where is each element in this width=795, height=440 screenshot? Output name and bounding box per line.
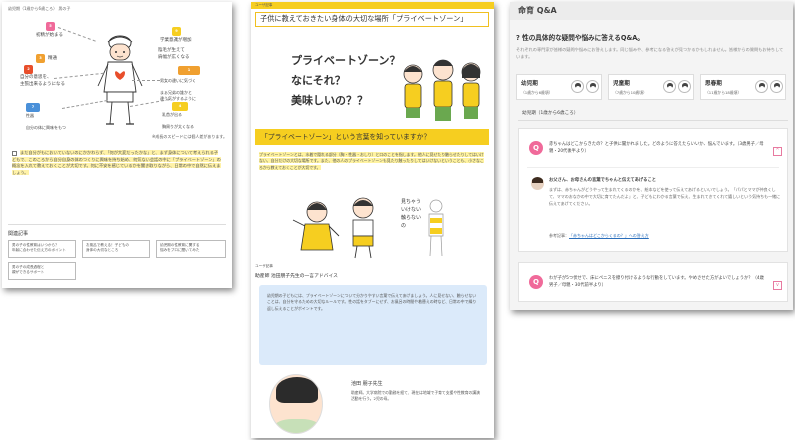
label-text-9: 学業意識が増加 (160, 38, 192, 43)
hand-title-line-1: プライベートゾーン？ (291, 54, 401, 67)
profile-name: 池田 朋子先生 (351, 381, 383, 387)
label-text-4: 乳首が出る 胸周りが太くなる (162, 112, 194, 129)
teen-face-icon (755, 80, 768, 93)
child-silhouette-illustration (428, 199, 444, 257)
label-text-7: 性器 自分の体に興味をもつ (26, 113, 66, 130)
age-card-infant[interactable]: 幼児期 （1歳から6歳頃） (516, 74, 602, 100)
answer-reference: 参考記事：「赤ちゃんはどこからくるの？」への答え方 (549, 233, 781, 240)
age-card-child[interactable]: 児童期 （7歳から10歳頃） (608, 74, 694, 100)
label-badge-5: 5 (46, 22, 55, 31)
article-title: 子供に教えておきたい身体の大切な場所「プライベートゾーン」 (255, 12, 489, 27)
question-text: わが子が5つ伏せで、床にペニスを擦り付けるような行動をしています。やめさせた方が… (549, 276, 764, 289)
top-accent-bar (251, 2, 494, 9)
breadcrumb: 幼児期（1歳から6歳ころ） 男の子 (8, 6, 71, 11)
child-face-icon (571, 80, 584, 93)
hand-title-line-2: なにそれ？ (291, 74, 346, 87)
avatar (269, 374, 323, 434)
qa-heading-text: 性の具体的な疑問や悩みに答えるQ&A。 (522, 34, 644, 42)
article-body: プライベートゾーンとは、水着で隠れる部分（胸・性器・おしり）と口のことを指します… (259, 152, 487, 171)
section-label: 幼児期（1歳から6歳ころ） (522, 111, 579, 116)
left-article-panel: 幼児期（1歳から6歳ころ） 男の子 5 初精が始まる 9 学業意識が増加 陰毛が… (2, 2, 232, 288)
family-illustration (403, 59, 481, 121)
child-face-icon (663, 80, 676, 93)
children-illustration (292, 197, 374, 259)
age-card-sub: （7歳から10歳頃） (613, 90, 647, 95)
article-tag: ユーザ記事 (255, 3, 273, 7)
expert-avatar (531, 177, 544, 190)
related-articles-title: 関連記事 (8, 231, 29, 237)
related-article-link[interactable]: 男の子の成長過程と 親ができるサポート (8, 262, 76, 280)
profile-bio: 助産師。大学病院での勤務を経て、現在は地域で子育て支援や性教育の講演活動を行う。… (351, 390, 480, 402)
qa-card: Q 赤ちゃんはどこからきたの？と子供に聞かれました。どのように答えたらいいか、悩… (518, 128, 788, 252)
age-card-teen[interactable]: 思春期 （11歳から18歳頃） (700, 74, 786, 100)
expand-toggle-icon[interactable]: v (773, 281, 782, 290)
label-badge-1: 1 (178, 66, 200, 75)
related-article-link[interactable]: お風呂で教える！子どもの 身体の大切なところ (82, 240, 150, 258)
right-qa-panel: 命育 Q&A ? 性の具体的な疑問や悩みに答えるQ&A。 それぞれの専門家が皆様… (510, 2, 793, 310)
section-divider (518, 120, 788, 121)
child-face-icon (586, 80, 599, 93)
label-text-1: 男女の違いに気づく まぁ兄弟の誰かと 違う気がするように (160, 78, 196, 101)
qa-description: それぞれの専門家が皆様の疑問や悩みにお答えします。同じ悩みや、参考になる答えが見… (516, 47, 784, 60)
qa-card: Q わが子が5つ伏せで、床にペニスを擦り付けるような行動をしています。やめさせた… (518, 262, 788, 302)
qa-heading: ? 性の具体的な疑問や悩みに答えるQ&A。 (516, 34, 644, 42)
teen-face-icon (770, 80, 783, 93)
advice-title: 助産師 池田朋子先生の一言アドバイス (255, 274, 338, 279)
leader-line (132, 80, 160, 81)
reference-prefix: 参考記事： (549, 233, 569, 238)
child-face-icon (678, 80, 691, 93)
qa-header: 命育 Q&A (510, 2, 793, 20)
age-card-title: 幼児期 (521, 81, 538, 87)
answer-title: お父さん、お母さんの言葉でちゃんと伝えてあげること (549, 178, 657, 183)
section-heading: 「プライベートゾーン」という言葉を知っていますか？ (255, 129, 489, 145)
label-badge-7: 7 (26, 103, 40, 112)
question-text: 赤ちゃんはどこからきたの？と子供に聞かれました。どのように答えたらいいか、悩んで… (549, 142, 764, 155)
hand-title-line-3: 美味しいの？？ (291, 94, 368, 107)
label-badge-9: 9 (172, 27, 181, 36)
question-badge-icon: Q (529, 141, 543, 155)
age-card-title: 児童期 (613, 81, 630, 87)
checkbox-icon (12, 150, 17, 156)
side-caption: 見ちゃう いけない 触らない の (401, 199, 422, 229)
question-badge-icon: Q (529, 275, 543, 289)
advice-box: 幼児期の子どもには、プライベートゾーンについて分かりやすい言葉で伝えてあげましょ… (259, 285, 487, 365)
related-article-link[interactable]: 男の子の性教育はいつから？ 年齢に合わせた伝え方のポイント (8, 240, 76, 258)
divider (8, 224, 226, 225)
related-article-link[interactable]: 幼児期の性教育に関する 悩みをプロに聞いてみた (156, 240, 226, 258)
age-card-title: 思春期 (705, 81, 722, 87)
boy-illustration (97, 35, 143, 125)
middle-article-panel: ユーザ記事 子供に教えておきたい身体の大切な場所「プライベートゾーン」 プライベ… (251, 2, 494, 438)
qa-header-title: 命育 Q&A (518, 6, 557, 15)
label-text-8: 陰毛が生えて 肩幅が広くなる (158, 48, 190, 60)
label-text-3: 精通 (48, 56, 57, 61)
advice-tag: ユーザ記事 (255, 264, 273, 268)
avatar-body (274, 419, 320, 433)
collapse-toggle-icon[interactable]: ^ (773, 147, 782, 156)
article-text: まだ自分がもにおいていないのにかかわらず、「何が大変だったかな」と、まず身体につ… (12, 150, 221, 175)
age-card-sub: （11歳から18歳頃） (705, 90, 742, 95)
article-text-block: まだ自分がもにおいていないのにかかわらず、「何が大変だったかな」と、まず身体につ… (12, 150, 222, 176)
age-card-sub: （1歳から6歳頃） (521, 90, 553, 95)
label-badge-2: 2 (24, 65, 33, 74)
label-badge-4: 4 (172, 102, 188, 111)
answer-body: まずは、赤ちゃんがどうやって生まれてくるのかを、絵本などを使って伝えてあげるとい… (549, 187, 781, 206)
article-body-text: プライベートゾーンとは、水着で隠れる部分（胸・性器・おしり）と口のことを指します… (259, 152, 484, 170)
reference-link[interactable]: 「赤ちゃんはどこからくるの？」への答え方 (569, 233, 649, 238)
growth-footnote: ※成長のスピードには個人差があります。 (152, 134, 227, 139)
label-badge-3: 3 (36, 54, 45, 63)
label-text-5: 初精が始まる (36, 33, 63, 38)
avatar-hair (276, 377, 318, 403)
advice-body: 幼児期の子どもには、プライベートゾーンについて分かりやすい言葉で伝えてあげましょ… (267, 293, 477, 311)
qa-divider (527, 167, 779, 168)
